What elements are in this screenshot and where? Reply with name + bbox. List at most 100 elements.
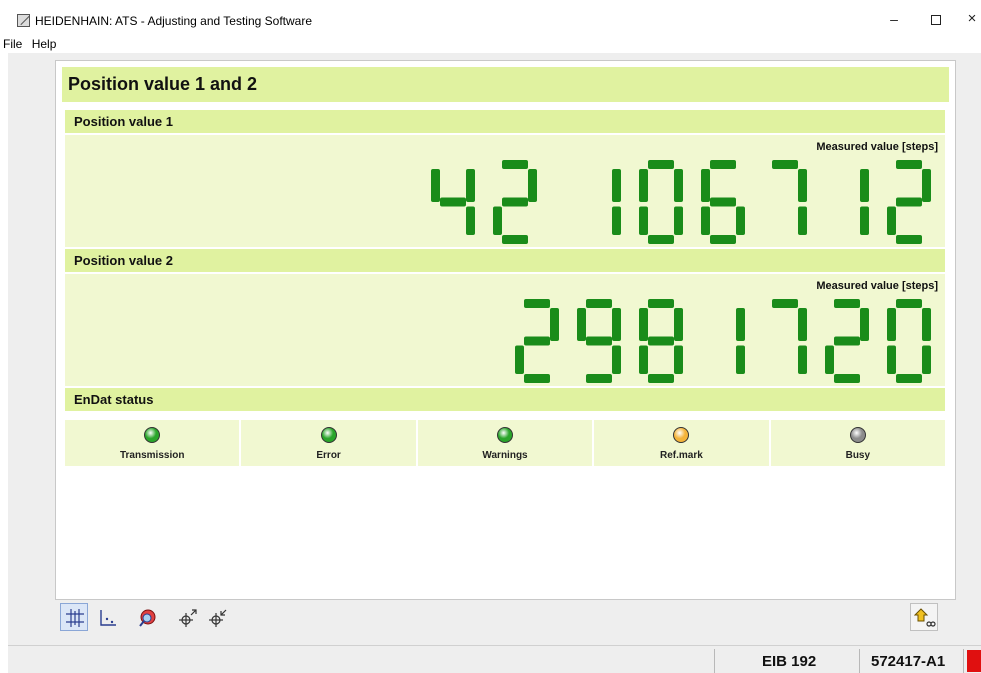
lcd-segment <box>736 206 745 235</box>
status-label: Error <box>316 450 341 461</box>
lcd-segment <box>922 308 931 341</box>
lcd-segment <box>896 299 922 308</box>
position-value-2-header: Position value 2 <box>65 249 945 272</box>
crosshair-arrow-in-icon <box>209 609 227 627</box>
status-led-icon <box>144 427 161 443</box>
lcd-segment <box>639 345 648 374</box>
status-bar: EIB 192 572417-A1 <box>8 645 981 673</box>
lcd-segment <box>577 308 586 341</box>
lcd-segment <box>515 345 524 374</box>
device-name: EIB 192 <box>762 653 817 670</box>
lcd-segment <box>825 345 834 374</box>
panel-header: Position value 1 and 2 <box>62 67 949 102</box>
position-value-1-display: Measured value [steps] <box>65 135 945 247</box>
grid-button[interactable] <box>60 603 88 631</box>
lcd-segment <box>834 299 860 308</box>
status-label: Transmission <box>119 450 185 461</box>
maximize-button[interactable] <box>916 6 956 32</box>
status-busy: Busy <box>770 420 946 466</box>
lcd-segment <box>860 308 869 341</box>
lcd-segment <box>586 336 612 346</box>
endat-status-header: EnDat status <box>65 388 945 411</box>
lcd-segment <box>612 345 621 374</box>
exit-arrow-icon <box>914 608 936 627</box>
lcd-segment <box>798 308 807 341</box>
status-led-icon <box>673 427 690 443</box>
zoom-magnifier-icon <box>139 609 156 627</box>
lcd-segment <box>524 374 550 383</box>
crosshair-in-button[interactable] <box>203 603 231 631</box>
lcd-segment <box>710 160 736 169</box>
status-led-icon <box>497 427 514 443</box>
close-button[interactable]: × <box>952 6 981 32</box>
lcd-segment <box>612 206 621 235</box>
lcd-segment <box>834 374 860 383</box>
lcd-segment <box>701 169 710 202</box>
lcd-segment <box>736 345 745 374</box>
axis-icon <box>100 610 116 626</box>
grid-icon <box>66 609 84 627</box>
zoom-button[interactable] <box>133 603 161 631</box>
lcd-segment <box>887 308 896 341</box>
connection-alert-icon <box>967 650 981 672</box>
status-divider <box>859 649 860 673</box>
lcd-segment <box>896 197 922 207</box>
lcd-segment <box>524 299 550 308</box>
lcd-segment <box>772 299 798 308</box>
lcd-segment <box>887 206 896 235</box>
device-id: 572417-A1 <box>871 653 946 670</box>
lcd-segment <box>550 308 559 341</box>
lcd-segment <box>586 374 612 383</box>
lcd-segment <box>648 160 674 169</box>
status-warnings: Warnings <box>417 420 595 466</box>
lcd-segment <box>674 206 683 235</box>
status-led-icon <box>849 427 866 443</box>
lcd-segment <box>639 206 648 235</box>
menu-file[interactable]: File <box>0 37 25 51</box>
client-area: Position value 1 and 2 Position value 1 … <box>8 53 981 645</box>
lcd-segment <box>772 160 798 169</box>
axis-button[interactable] <box>93 603 121 631</box>
lcd-segment <box>466 169 475 202</box>
status-label: Busy <box>845 450 871 461</box>
exit-button[interactable] <box>910 603 938 631</box>
crosshair-out-button[interactable] <box>173 603 201 631</box>
app-logo-icon <box>17 14 30 27</box>
lcd-segment <box>648 374 674 383</box>
lcd-segment <box>524 336 550 346</box>
lcd-segment <box>887 345 896 374</box>
lcd-segment <box>648 299 674 308</box>
crosshair-arrow-out-icon <box>179 609 197 627</box>
position-value-2-readout <box>515 299 931 383</box>
lcd-segment <box>639 308 648 341</box>
lcd-segment <box>674 308 683 341</box>
lcd-segment <box>502 160 528 169</box>
minimize-button[interactable]: – <box>874 6 914 32</box>
endat-status-row: Transmission Error Warnings Ref.mark Bus… <box>65 420 946 466</box>
status-led-icon <box>320 427 337 443</box>
window-title: HEIDENHAIN: ATS - Adjusting and Testing … <box>35 14 313 28</box>
status-label: Warnings <box>482 450 528 461</box>
measured-value-label-1: Measured value [steps] <box>816 141 938 153</box>
status-transmission: Transmission <box>65 420 242 466</box>
status-ref-mark: Ref.mark <box>594 420 771 466</box>
bottom-toolbar <box>55 600 948 638</box>
lcd-segment <box>648 235 674 244</box>
lcd-segment <box>674 169 683 202</box>
status-label: Ref.mark <box>660 450 703 461</box>
position-value-1-readout <box>431 160 931 244</box>
lcd-segment <box>502 197 528 207</box>
lcd-segment <box>798 206 807 235</box>
lcd-segment <box>834 336 860 346</box>
lcd-segment <box>612 308 621 341</box>
menu-help[interactable]: Help <box>29 37 60 51</box>
lcd-segment <box>528 169 537 202</box>
title-bar: HEIDENHAIN: ATS - Adjusting and Testing … <box>0 0 981 34</box>
lcd-segment <box>586 299 612 308</box>
measured-value-label-2: Measured value [steps] <box>816 280 938 292</box>
status-divider <box>963 649 964 673</box>
lcd-segment <box>674 345 683 374</box>
lcd-segment <box>896 374 922 383</box>
maximize-icon <box>931 15 941 26</box>
position-panel: Position value 1 and 2 Position value 1 … <box>55 60 956 600</box>
